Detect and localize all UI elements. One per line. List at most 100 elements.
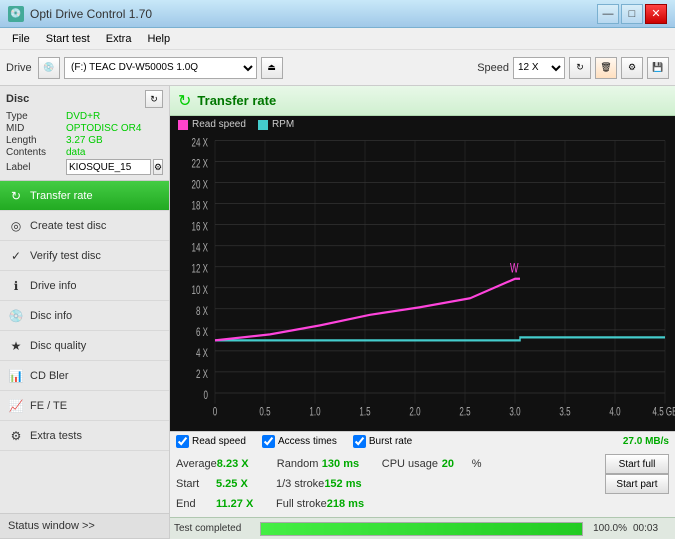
app-title: Opti Drive Control 1.70: [30, 7, 152, 21]
fe-te-icon: 📈: [8, 398, 24, 414]
create-test-disc-icon: ◎: [8, 218, 24, 234]
burst-rate-checkbox[interactable]: [353, 435, 366, 448]
checkboxes-row: Read speed Access times Burst rate 27.0 …: [170, 431, 675, 451]
transfer-rate-icon: ↻: [8, 188, 24, 204]
sidebar-item-disc-quality[interactable]: ★ Disc quality: [0, 331, 169, 361]
disc-refresh-btn[interactable]: ↻: [145, 90, 163, 108]
svg-text:24 X: 24 X: [192, 137, 209, 150]
sidebar-item-fe-te[interactable]: 📈 FE / TE: [0, 391, 169, 421]
nav-items: ↻ Transfer rate ◎ Create test disc ✓ Ver…: [0, 181, 169, 513]
svg-text:0: 0: [204, 390, 209, 403]
speed-refresh-btn[interactable]: ↻: [569, 57, 591, 79]
svg-text:12 X: 12 X: [192, 263, 209, 276]
svg-text:0: 0: [213, 406, 218, 419]
start-part-button[interactable]: Start part: [605, 474, 669, 494]
mid-label: MID: [6, 123, 66, 134]
access-times-checkbox[interactable]: [262, 435, 275, 448]
chart-container: Read speed RPM: [170, 116, 675, 431]
drive-icon-btn[interactable]: 💿: [38, 57, 60, 79]
svg-text:2 X: 2 X: [196, 368, 208, 381]
svg-text:W: W: [510, 262, 519, 276]
legend-rpm-label: RPM: [272, 119, 294, 130]
verify-test-disc-icon: ✓: [8, 248, 24, 264]
mid-value: OPTODISC OR4: [66, 123, 141, 134]
label-edit-btn[interactable]: ⚙: [153, 159, 163, 175]
menu-extra[interactable]: Extra: [98, 31, 140, 47]
svg-text:2.5: 2.5: [459, 406, 470, 419]
start-full-button[interactable]: Start full: [605, 454, 669, 474]
progress-area: Test completed 100.0% 00:03: [170, 517, 675, 539]
type-label: Type: [6, 111, 66, 122]
stroke13-label: 1/3 stroke: [256, 478, 324, 490]
burst-rate-check[interactable]: Burst rate: [353, 435, 412, 448]
sidebar-item-verify-test-disc[interactable]: ✓ Verify test disc: [0, 241, 169, 271]
svg-text:4.0: 4.0: [609, 406, 620, 419]
sidebar-item-create-test-disc[interactable]: ◎ Create test disc: [0, 211, 169, 241]
type-value: DVD+R: [66, 111, 100, 122]
read-speed-checkbox[interactable]: [176, 435, 189, 448]
legend-read-speed-dot: [178, 120, 188, 130]
status-window-button[interactable]: Status window >>: [0, 513, 169, 539]
svg-text:8 X: 8 X: [196, 305, 208, 318]
progress-percent: 100.0%: [589, 523, 627, 534]
stroke13-value: 152 ms: [324, 478, 374, 490]
menu-help[interactable]: Help: [139, 31, 178, 47]
label-input[interactable]: [66, 159, 151, 175]
menu-start-test[interactable]: Start test: [38, 31, 98, 47]
save-btn[interactable]: 💾: [647, 57, 669, 79]
disc-info-icon: 💿: [8, 308, 24, 324]
sidebar-item-transfer-rate[interactable]: ↻ Transfer rate: [0, 181, 169, 211]
full-stroke-label: Full stroke: [256, 498, 327, 510]
length-value: 3.27 GB: [66, 135, 103, 146]
cpu-usage-label: CPU usage: [372, 458, 442, 470]
chart-legend: Read speed RPM: [170, 116, 675, 133]
close-button[interactable]: ✕: [645, 4, 667, 24]
svg-text:22 X: 22 X: [192, 158, 209, 171]
legend-rpm-dot: [258, 120, 268, 130]
stats-row-start: Start 5.25 X 1/3 stroke 152 ms Start par…: [176, 474, 669, 494]
svg-text:16 X: 16 X: [192, 221, 209, 234]
sidebar-item-extra-tests[interactable]: ⚙ Extra tests: [0, 421, 169, 451]
start-label: Start: [176, 478, 216, 490]
eject-button[interactable]: ⏏: [261, 57, 283, 79]
svg-text:1.0: 1.0: [309, 406, 320, 419]
menu-file[interactable]: File: [4, 31, 38, 47]
extra-tests-icon: ⚙: [8, 428, 24, 444]
burst-rate-value: 27.0 MB/s: [623, 436, 669, 447]
access-times-check[interactable]: Access times: [262, 435, 337, 448]
svg-text:10 X: 10 X: [192, 284, 209, 297]
maximize-button[interactable]: □: [621, 4, 643, 24]
sidebar-item-disc-info[interactable]: 💿 Disc info: [0, 301, 169, 331]
nav-label-fe-te: FE / TE: [30, 400, 67, 412]
window-controls: — □ ✕: [597, 4, 667, 24]
nav-label-drive-info: Drive info: [30, 280, 76, 292]
nav-label-disc-quality: Disc quality: [30, 340, 86, 352]
progress-bar-container: [260, 522, 583, 536]
options-btn[interactable]: ⚙: [621, 57, 643, 79]
progress-bar-fill: [261, 523, 582, 535]
minimize-button[interactable]: —: [597, 4, 619, 24]
length-label: Length: [6, 135, 66, 146]
stats-row-end: End 11.27 X Full stroke 218 ms: [176, 494, 669, 514]
svg-text:20 X: 20 X: [192, 179, 209, 192]
disc-panel: Disc ↻ Type DVD+R MID OPTODISC OR4 Lengt…: [0, 86, 169, 181]
nav-label-verify-test-disc: Verify test disc: [30, 250, 101, 262]
chart-header: ↻ Transfer rate: [170, 86, 675, 116]
nav-label-disc-info: Disc info: [30, 310, 72, 322]
cpu-usage-value: 20: [442, 458, 472, 470]
contents-value: data: [66, 147, 85, 158]
erase-btn[interactable]: 🗑: [595, 57, 617, 79]
svg-text:14 X: 14 X: [192, 242, 209, 255]
cd-bler-icon: 📊: [8, 368, 24, 384]
sidebar-item-drive-info[interactable]: ℹ Drive info: [0, 271, 169, 301]
drive-label: Drive: [6, 62, 34, 74]
legend-read-speed: Read speed: [178, 119, 246, 130]
average-label: Average: [176, 458, 217, 470]
sidebar-item-cd-bler[interactable]: 📊 CD Bler: [0, 361, 169, 391]
burst-rate-display: 27.0 MB/s: [623, 436, 669, 447]
access-times-check-label: Access times: [278, 436, 337, 447]
burst-rate-check-label: Burst rate: [369, 436, 412, 447]
speed-select[interactable]: 12 X: [513, 57, 565, 79]
drive-select[interactable]: (F:) TEAC DV-W5000S 1.0Q: [64, 57, 257, 79]
read-speed-check[interactable]: Read speed: [176, 435, 246, 448]
